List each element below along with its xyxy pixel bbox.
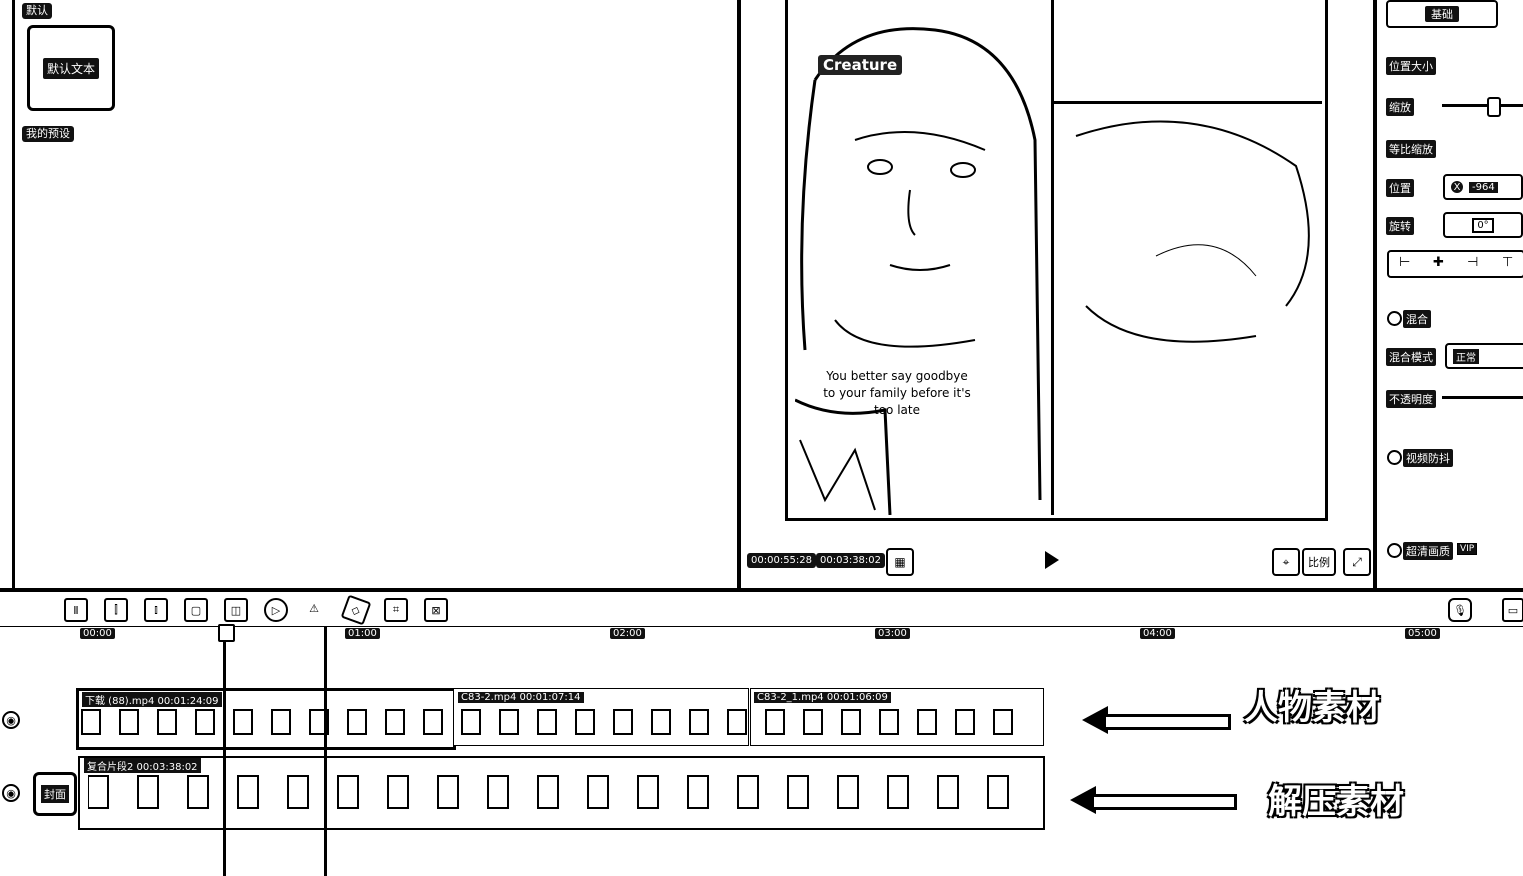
current-time: 00:00:55:28 — [747, 553, 817, 568]
delete-icon[interactable]: ▢ — [184, 598, 208, 622]
clip-title-3: C83-2_1.mp4 00:01:06:09 — [754, 692, 891, 703]
annotation-asmr: 解压素材 — [1268, 782, 1404, 822]
clip-title-1: 下载 (88).mp4 00:01:24:09 — [82, 692, 222, 707]
preset-category-default[interactable]: 默认 — [22, 3, 52, 19]
person-video-frame — [795, 27, 1042, 515]
hd-toggle[interactable] — [1387, 543, 1402, 558]
tick-0: 00:00 — [80, 628, 115, 639]
arrow-asmr-shaft — [1094, 794, 1237, 810]
microphone-icon[interactable]: 🎙 — [1448, 598, 1472, 622]
arrow-asmr-head — [1070, 786, 1096, 814]
tick-4: 04:00 — [1140, 628, 1175, 639]
opacity-label: 不透明度 — [1386, 390, 1436, 408]
cover-button[interactable]: 封面 — [33, 772, 77, 816]
blend-mode-label: 混合模式 — [1386, 348, 1436, 366]
position-label: 位置 — [1386, 179, 1414, 197]
smart-cut-icon[interactable]: ⊠ — [424, 598, 448, 622]
my-presets-label[interactable]: 我的预设 — [22, 126, 74, 142]
vip-badge: VIP — [1457, 543, 1478, 555]
clip-title-2: C83-2.mp4 00:01:07:14 — [458, 692, 584, 703]
blend-mode-select[interactable]: 正常 — [1445, 343, 1523, 369]
arrow-person-shaft — [1106, 714, 1231, 730]
arrow-person-head — [1082, 706, 1108, 734]
align-top-icon[interactable]: ⊤ — [1502, 255, 1513, 270]
split-divider-horizontal — [1054, 101, 1322, 104]
opacity-slider[interactable] — [1442, 396, 1523, 399]
tick-3: 03:00 — [875, 628, 910, 639]
mirror-icon[interactable]: ⚠ — [304, 598, 324, 618]
default-text-preset[interactable]: 默认文本 — [27, 25, 115, 111]
ratio-button[interactable]: 比例 — [1302, 548, 1336, 576]
tick-5: 05:00 — [1405, 628, 1440, 639]
x-value: -964 — [1469, 181, 1498, 193]
x-axis-label: X — [1451, 181, 1463, 193]
playhead[interactable] — [223, 626, 226, 876]
uniform-scale-label: 等比缩放 — [1386, 140, 1436, 158]
track2-eye-icon[interactable]: ◉ — [2, 784, 20, 802]
tick-2: 02:00 — [610, 628, 645, 639]
split-left-icon[interactable]: ⫿ — [104, 598, 128, 622]
left-panel-border — [12, 0, 15, 588]
split-icon[interactable]: Ⅱ — [64, 598, 88, 622]
playhead-handle[interactable] — [218, 624, 235, 642]
property-panel — [1377, 0, 1523, 588]
property-panel-border — [1373, 0, 1377, 588]
stabilize-toggle[interactable] — [1387, 450, 1402, 465]
stabilize-label: 视频防抖 — [1403, 449, 1453, 467]
asmr-video-frame — [1075, 120, 1310, 343]
position-x-field[interactable]: X -964 — [1443, 174, 1523, 200]
scale-slider-handle[interactable] — [1487, 97, 1501, 117]
fullscreen-icon[interactable]: ⤢ — [1343, 548, 1371, 576]
track1-eye-icon[interactable]: ◉ — [2, 711, 20, 729]
scale-slider-track[interactable] — [1442, 104, 1523, 107]
align-left-icon[interactable]: ⊢ — [1399, 255, 1410, 270]
scale-label: 缩放 — [1386, 98, 1414, 116]
position-size-label[interactable]: 位置大小 — [1386, 57, 1436, 75]
preset-text-label: 默认文本 — [42, 57, 99, 79]
blend-mode-value: 正常 — [1453, 348, 1479, 364]
tick-1: 01:00 — [345, 628, 380, 639]
cover-label: 封面 — [41, 785, 69, 803]
hd-label: 超清画质 — [1403, 542, 1453, 560]
more-icon[interactable]: ▭ — [1502, 598, 1523, 622]
split-right-icon[interactable]: ⫾ — [144, 598, 168, 622]
freeze-icon[interactable]: ◫ — [224, 598, 248, 622]
fit-screen-icon[interactable]: ⌖ — [1272, 548, 1300, 576]
annotation-person: 人物素材 — [1244, 688, 1380, 728]
tab-basic-label: 基础 — [1425, 6, 1459, 22]
rotate-value: 0° — [1472, 217, 1494, 233]
crop-icon[interactable]: ⌗ — [384, 598, 408, 622]
align-center-icon[interactable]: ✚ — [1433, 255, 1444, 270]
rotate-label: 旋转 — [1386, 217, 1414, 235]
play-icon[interactable] — [1045, 551, 1059, 569]
reverse-icon[interactable]: ▷ — [264, 598, 288, 622]
split-divider-vertical — [1051, 0, 1054, 515]
total-time: 00:03:38:02 — [816, 553, 886, 568]
watermark-label: Creature — [818, 55, 903, 75]
align-right-icon[interactable]: ⊣ — [1467, 255, 1478, 270]
secondary-playhead — [324, 626, 327, 876]
video-subtitle: You better say goodbye to your family be… — [823, 369, 971, 417]
rotate-field[interactable]: 0° — [1443, 212, 1523, 238]
blend-toggle[interactable] — [1387, 311, 1402, 326]
compound-clip-title: 复合片段2 00:03:38:02 — [84, 758, 201, 773]
tab-basic[interactable]: 基础 — [1386, 0, 1498, 28]
grid-icon[interactable]: ▦ — [886, 548, 914, 576]
compound-thumbnails — [88, 775, 1009, 809]
blend-label: 混合 — [1403, 310, 1431, 328]
